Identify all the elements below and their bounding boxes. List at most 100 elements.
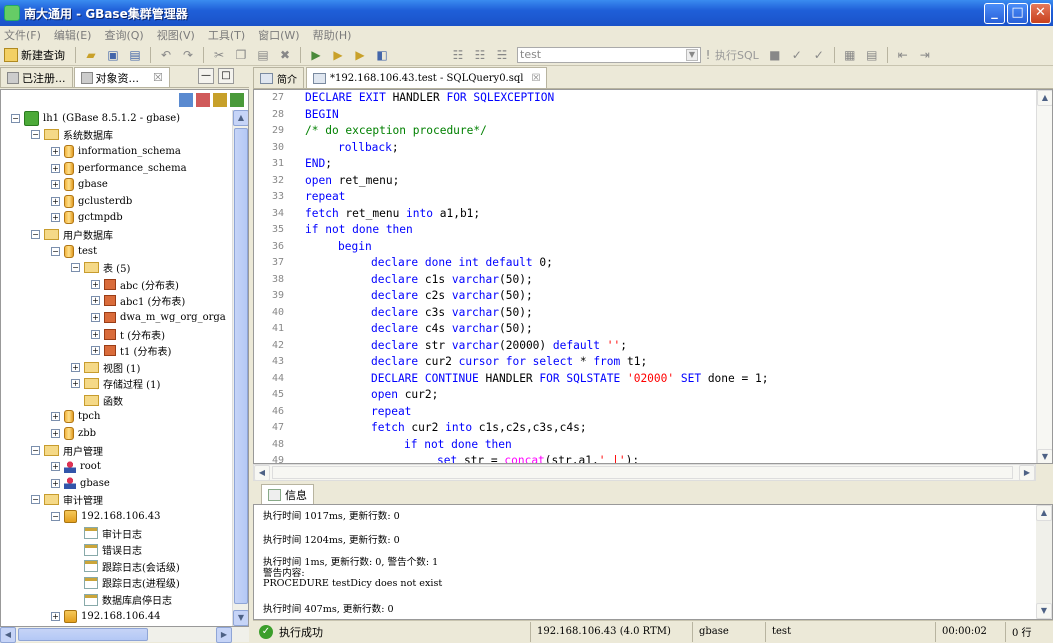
save-icon[interactable]: ▣ bbox=[105, 47, 121, 63]
disconnect-object-icon[interactable] bbox=[196, 93, 210, 107]
code-line[interactable]: 27 DECLARE EXIT HANDLER FOR SQLEXCEPTION bbox=[254, 90, 1034, 107]
tree-node[interactable]: 函数 bbox=[1, 392, 233, 409]
tree-node[interactable]: 审计日志 bbox=[1, 525, 233, 542]
object-icon-3[interactable]: ▶ bbox=[352, 47, 368, 63]
expand-icon[interactable]: + bbox=[71, 362, 80, 372]
menu-help[interactable]: 帮助(H) bbox=[313, 27, 352, 43]
expand-icon[interactable]: + bbox=[91, 312, 100, 322]
object-icon-2[interactable]: ▶ bbox=[330, 47, 346, 63]
collapse-icon[interactable]: − bbox=[31, 229, 40, 239]
tree-node[interactable]: + performance_schema bbox=[1, 160, 233, 177]
code-line[interactable]: 46 repeat bbox=[254, 404, 1034, 421]
tree-node[interactable]: + 存储过程 (1) bbox=[1, 376, 233, 393]
tree-node[interactable]: + gclusterdb bbox=[1, 193, 233, 210]
tree-node[interactable]: − 审计管理 bbox=[1, 492, 233, 509]
expand-icon[interactable]: + bbox=[91, 279, 100, 289]
object-icon-4[interactable]: ◧ bbox=[374, 47, 390, 63]
save-all-icon[interactable]: ▤ bbox=[127, 47, 143, 63]
tree-node[interactable]: + gctmpdb bbox=[1, 210, 233, 227]
editor-vertical-scrollbar[interactable]: ▲ ▼ bbox=[1036, 90, 1052, 463]
stop-icon[interactable]: ■ bbox=[767, 47, 783, 63]
menu-window[interactable]: 窗口(W) bbox=[258, 27, 299, 43]
database-select[interactable]: test ▼ bbox=[517, 46, 701, 63]
change-connection-icon[interactable]: ☵ bbox=[494, 47, 510, 63]
tree-node[interactable]: 跟踪日志(进程级) bbox=[1, 575, 233, 592]
code-line[interactable]: 40 declare c3s varchar(50); bbox=[254, 305, 1034, 322]
message-vertical-scrollbar[interactable]: ▲ ▼ bbox=[1036, 505, 1052, 619]
tree-node[interactable]: − lh1 (GBase 8.5.1.2 - gbase) bbox=[1, 110, 233, 127]
minimize-button[interactable]: _ bbox=[984, 3, 1005, 24]
code-line[interactable]: 43 declare cur2 cursor for select * from … bbox=[254, 354, 1034, 371]
results-grid-icon[interactable]: ▦ bbox=[842, 47, 858, 63]
tree-node[interactable]: − test bbox=[1, 243, 233, 260]
tree-node[interactable]: + information_schema bbox=[1, 143, 233, 160]
tree-node[interactable]: 跟踪日志(会话级) bbox=[1, 558, 233, 575]
code-line[interactable]: 31 END; bbox=[254, 156, 1034, 173]
tree-node[interactable]: + gbase bbox=[1, 176, 233, 193]
expand-icon[interactable]: + bbox=[51, 611, 60, 621]
tree-horizontal-scrollbar[interactable]: ◀ ▶ bbox=[0, 627, 249, 643]
collapse-icon[interactable]: − bbox=[71, 263, 80, 273]
code-line[interactable]: 37 declare done int default 0; bbox=[254, 255, 1034, 272]
close-button[interactable]: ✕ bbox=[1030, 3, 1051, 24]
code-line[interactable]: 30 rollback; bbox=[254, 140, 1034, 157]
delete-icon[interactable]: ✖ bbox=[277, 47, 293, 63]
code-line[interactable]: 35 if not done then bbox=[254, 222, 1034, 239]
parse-all-icon[interactable]: ✓ bbox=[811, 47, 827, 63]
tree-node[interactable]: +192.168.106.44 bbox=[1, 608, 233, 625]
code-line[interactable]: 34 fetch ret_menu into a1,b1; bbox=[254, 206, 1034, 223]
expand-icon[interactable]: + bbox=[71, 379, 80, 389]
collapse-icon[interactable]: − bbox=[51, 512, 60, 522]
tree-node[interactable]: + tpch bbox=[1, 409, 233, 426]
connect-object-icon[interactable] bbox=[179, 93, 193, 107]
expand-icon[interactable]: + bbox=[51, 412, 60, 422]
expand-icon[interactable]: + bbox=[91, 329, 100, 339]
refresh-icon[interactable] bbox=[230, 93, 244, 107]
code-line[interactable]: 33 repeat bbox=[254, 189, 1034, 206]
expand-icon[interactable]: + bbox=[91, 296, 100, 306]
sql-editor[interactable]: 27 DECLARE EXIT HANDLER FOR SQLEXCEPTION 2… bbox=[253, 89, 1053, 464]
collapse-icon[interactable]: − bbox=[51, 246, 60, 256]
connect-icon[interactable]: ☷ bbox=[450, 47, 466, 63]
tree-node[interactable]: + t1 (分布表) bbox=[1, 342, 233, 359]
new-query-button[interactable]: 新建查询 bbox=[4, 47, 65, 63]
redo-icon[interactable]: ↷ bbox=[180, 47, 196, 63]
tree-node[interactable]: + 视图 (1) bbox=[1, 359, 233, 376]
parse-icon[interactable]: ✓ bbox=[789, 47, 805, 63]
paste-icon[interactable]: ▤ bbox=[255, 47, 271, 63]
filter-icon[interactable] bbox=[213, 93, 227, 107]
editor-horizontal-scrollbar[interactable]: ◀ ▶ bbox=[253, 464, 1036, 481]
maximize-button[interactable]: □ bbox=[1007, 3, 1028, 24]
chevron-down-icon[interactable]: ▼ bbox=[686, 48, 698, 61]
disconnect-icon[interactable]: ☷ bbox=[472, 47, 488, 63]
tree-node[interactable]: − 用户数据库 bbox=[1, 226, 233, 243]
code-line[interactable]: 38 declare c1s varchar(50); bbox=[254, 272, 1034, 289]
code-line[interactable]: 28 BEGIN bbox=[254, 107, 1034, 124]
tree-node[interactable]: 数据库启停日志 bbox=[1, 591, 233, 608]
menu-edit[interactable]: 编辑(E) bbox=[54, 27, 92, 43]
tree-node[interactable]: + dwa_m_wg_org_orga bbox=[1, 309, 233, 326]
tree-node[interactable]: + root bbox=[1, 458, 233, 475]
tree-node[interactable]: − 系统数据库 bbox=[1, 127, 233, 144]
expand-icon[interactable]: + bbox=[51, 478, 60, 488]
code-line[interactable]: 42 declare str varchar(20000) default ''; bbox=[254, 338, 1034, 355]
tab-registered[interactable]: 已注册... bbox=[0, 67, 73, 87]
code-line[interactable]: 29 /* do exception procedure*/ bbox=[254, 123, 1034, 140]
tree-node[interactable]: 错误日志 bbox=[1, 541, 233, 558]
code-line[interactable]: 47 fetch cur2 into c1s,c2s,c3s,c4s; bbox=[254, 420, 1034, 437]
tree-node[interactable]: − 用户管理 bbox=[1, 442, 233, 459]
expand-icon[interactable]: + bbox=[51, 146, 60, 156]
tab-intro[interactable]: 简介 bbox=[253, 67, 304, 88]
tree-node[interactable]: − 192.168.106.43 bbox=[1, 508, 233, 525]
results-text-icon[interactable]: ▤ bbox=[864, 47, 880, 63]
tree-node[interactable]: + zbb bbox=[1, 425, 233, 442]
minimize-pane-button[interactable]: — bbox=[198, 68, 214, 84]
tab-sql-query[interactable]: *192.168.106.43.test - SQLQuery0.sql ☒ bbox=[306, 67, 548, 88]
maximize-pane-button[interactable]: □ bbox=[218, 68, 234, 84]
expand-icon[interactable]: + bbox=[51, 213, 60, 223]
open-folder-icon[interactable]: ▰ bbox=[83, 47, 99, 63]
menu-query[interactable]: 查询(Q) bbox=[104, 27, 143, 43]
expand-icon[interactable]: + bbox=[51, 163, 60, 173]
menu-view[interactable]: 视图(V) bbox=[157, 27, 195, 43]
code-area[interactable]: 27 DECLARE EXIT HANDLER FOR SQLEXCEPTION 2… bbox=[254, 90, 1034, 463]
